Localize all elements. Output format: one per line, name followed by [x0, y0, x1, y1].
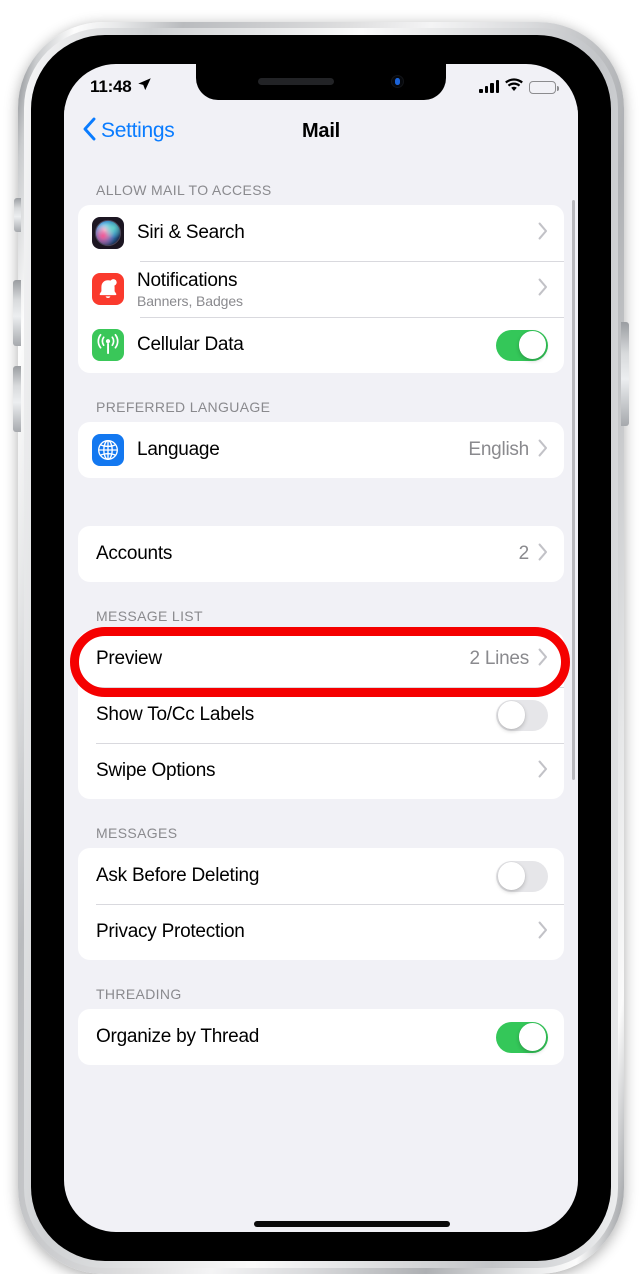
phone-screen: 11:48 Settings Mail ALLOW MAIL TO ACCESS… [64, 64, 578, 1232]
silent-switch-button[interactable] [14, 198, 21, 232]
battery-icon [529, 80, 559, 94]
chevron-right-icon [538, 760, 548, 783]
chevron-right-icon [538, 921, 548, 944]
settings-card: Siri & Search Notifications Banners, Badge… [78, 205, 564, 373]
wifi-icon [505, 77, 523, 97]
row-text: Preview [96, 648, 469, 670]
settings-row-preview[interactable]: Preview 2 Lines [78, 631, 564, 687]
siri-icon [92, 217, 124, 249]
settings-card: Preview 2 Lines Show To/Cc Labels Swipe Opt… [78, 631, 564, 799]
settings-row-organize-by-thread[interactable]: Organize by Thread [78, 1009, 564, 1065]
location-arrow-icon [137, 77, 152, 97]
row-label: Swipe Options [96, 760, 216, 781]
volume-up-button[interactable] [13, 280, 21, 346]
front-camera-icon [391, 75, 404, 88]
chevron-right-icon [538, 222, 548, 245]
row-text: Language [137, 439, 468, 461]
notifications-icon [92, 273, 124, 305]
display-notch [196, 64, 446, 100]
toggle-knob [518, 331, 547, 359]
chevron-right-icon [538, 278, 548, 301]
section-header: MESSAGE LIST [96, 608, 203, 624]
section-header: THREADING [96, 986, 182, 1002]
toggle-switch[interactable] [496, 329, 548, 361]
row-label: Language [137, 439, 220, 460]
status-time: 11:48 [90, 77, 132, 96]
navigation-bar: Settings Mail [64, 106, 578, 156]
row-text: Accounts [96, 543, 519, 565]
settings-row-privacy-protection[interactable]: Privacy Protection [78, 904, 564, 960]
chevron-right-icon [538, 439, 548, 462]
toggle-switch[interactable] [496, 699, 548, 731]
row-text: Notifications Banners, Badges [137, 270, 538, 309]
language-globe-icon [92, 434, 124, 466]
back-button-label: Settings [101, 119, 175, 142]
row-label: Notifications [137, 269, 238, 291]
settings-row-accounts[interactable]: Accounts 2 [78, 526, 564, 582]
settings-row-swipe-options[interactable]: Swipe Options [78, 743, 564, 799]
row-text: Ask Before Deleting [96, 865, 496, 887]
row-label: Organize by Thread [96, 1026, 260, 1047]
annotation-marker-line [254, 1221, 450, 1227]
vertical-scrollbar[interactable] [572, 200, 575, 780]
toggle-switch[interactable] [496, 1021, 548, 1053]
power-button[interactable] [621, 322, 629, 426]
row-text: Siri & Search [137, 222, 538, 244]
chevron-left-icon [82, 117, 96, 146]
row-label: Privacy Protection [96, 921, 245, 942]
status-bar-right [479, 77, 559, 97]
row-label: Accounts [96, 543, 173, 564]
toggle-knob [518, 1023, 547, 1051]
status-bar-left: 11:48 [90, 77, 152, 97]
row-text: Organize by Thread [96, 1026, 496, 1048]
row-label: Show To/Cc Labels [96, 704, 255, 725]
toggle-switch[interactable] [496, 860, 548, 892]
chevron-right-icon [538, 648, 548, 671]
settings-card: Language English [78, 422, 564, 478]
settings-row-siri-search[interactable]: Siri & Search [78, 205, 564, 261]
settings-list[interactable]: ALLOW MAIL TO ACCESS Siri & Search Notific… [64, 156, 578, 1232]
row-label: Preview [96, 648, 162, 669]
row-subtitle: Banners, Badges [137, 292, 243, 309]
cellular-data-icon [92, 329, 124, 361]
row-value: English [468, 439, 529, 460]
section-header: PREFERRED LANGUAGE [96, 399, 271, 415]
toggle-knob [497, 701, 526, 729]
row-value: 2 Lines [469, 648, 529, 669]
chevron-right-icon [538, 543, 548, 566]
toggle-knob [497, 862, 526, 890]
settings-card: Organize by Thread [78, 1009, 564, 1065]
earpiece-speaker-icon [258, 78, 334, 85]
row-value: 2 [518, 543, 530, 564]
settings-card: Ask Before Deleting Privacy Protection [78, 848, 564, 960]
row-label: Cellular Data [137, 334, 244, 355]
settings-card: Accounts 2 [78, 526, 564, 582]
section-header: MESSAGES [96, 825, 178, 841]
phone-frame: 11:48 Settings Mail ALLOW MAIL TO ACCESS… [13, 22, 629, 1274]
cellular-bars-icon [479, 80, 499, 93]
row-label: Siri & Search [137, 222, 245, 243]
row-text: Show To/Cc Labels [96, 704, 496, 726]
settings-row-language[interactable]: Language English [78, 422, 564, 478]
volume-down-button[interactable] [13, 366, 21, 432]
row-label: Ask Before Deleting [96, 865, 260, 886]
settings-row-show-to-cc-labels[interactable]: Show To/Cc Labels [78, 687, 564, 743]
back-button-settings[interactable]: Settings [82, 117, 175, 146]
settings-row-notifications[interactable]: Notifications Banners, Badges [78, 261, 564, 317]
section-header: ALLOW MAIL TO ACCESS [96, 182, 272, 198]
settings-row-ask-before-deleting[interactable]: Ask Before Deleting [78, 848, 564, 904]
row-text: Swipe Options [96, 760, 538, 782]
row-text: Cellular Data [137, 334, 496, 356]
settings-row-cellular-data[interactable]: Cellular Data [78, 317, 564, 373]
row-text: Privacy Protection [96, 921, 538, 943]
